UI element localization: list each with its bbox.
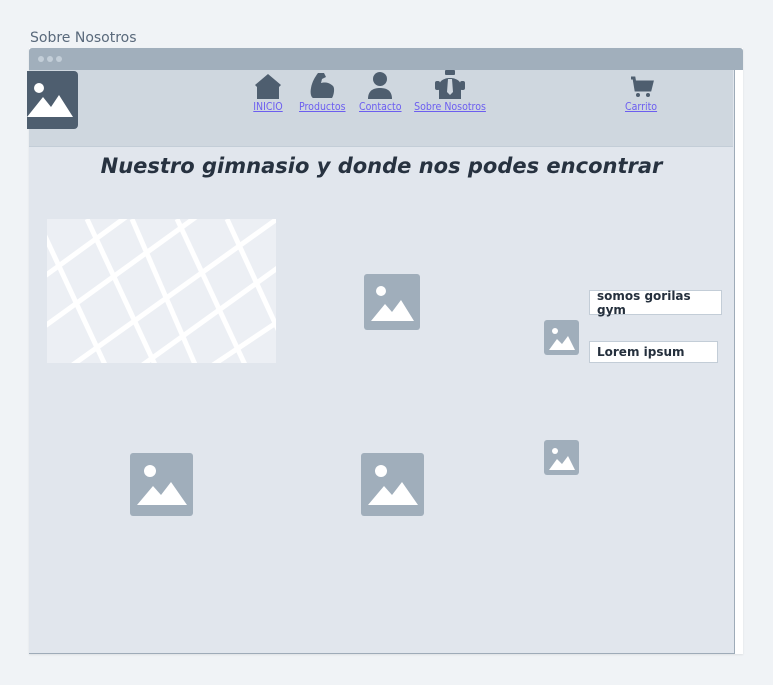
nav-item-productos[interactable]: Productos — [299, 70, 346, 113]
nav-link-contacto[interactable]: Contacto — [359, 101, 402, 113]
image-icon — [27, 83, 73, 117]
window-controls — [38, 56, 62, 62]
nav-link-productos[interactable]: Productos — [299, 101, 346, 113]
image-placeholder — [544, 320, 579, 355]
user-tie-icon — [435, 70, 465, 99]
nav-link-sobre-nosotros[interactable]: Sobre Nosotros — [414, 101, 486, 113]
nav-link-inicio[interactable]: INICIO — [253, 101, 282, 113]
site-logo[interactable] — [27, 71, 78, 129]
page-content: INICIO Productos Contacto Sobre Nosotros… — [27, 70, 735, 654]
gym-name-field[interactable]: somos gorilas gym — [589, 289, 722, 317]
nav-item-carrito[interactable]: Carrito — [625, 70, 657, 113]
window-titlebar — [29, 48, 743, 70]
browser-window: INICIO Productos Contacto Sobre Nosotros… — [27, 48, 743, 654]
site-header: INICIO Productos Contacto Sobre Nosotros… — [27, 70, 733, 147]
image-icon — [549, 328, 575, 350]
description-field[interactable]: Lorem ipsum — [589, 341, 718, 363]
image-icon — [549, 448, 575, 470]
image-placeholder — [361, 453, 424, 516]
image-placeholder — [544, 440, 579, 475]
image-icon — [137, 465, 187, 505]
page-headline: Nuestro gimnasio y donde nos podes encon… — [100, 154, 663, 178]
window-control-minimize[interactable] — [47, 56, 53, 62]
user-icon — [368, 72, 393, 99]
location-map[interactable] — [47, 219, 276, 363]
nav-item-inicio[interactable]: INICIO — [253, 70, 283, 113]
image-placeholder — [364, 274, 420, 330]
nav-item-contacto[interactable]: Contacto — [359, 70, 402, 113]
home-icon — [255, 74, 281, 99]
image-placeholder — [130, 453, 193, 516]
nav-item-sobre-nosotros[interactable]: Sobre Nosotros — [410, 70, 490, 113]
shopping-cart-icon — [631, 76, 654, 97]
map-streets — [47, 219, 276, 363]
page-title: Sobre Nosotros — [30, 30, 137, 46]
image-icon — [371, 286, 414, 321]
window-control-maximize[interactable] — [56, 56, 62, 62]
flexed-arm-icon — [310, 73, 335, 98]
nav-link-carrito[interactable]: Carrito — [625, 101, 657, 113]
window-control-close[interactable] — [38, 56, 44, 62]
image-icon — [368, 465, 418, 505]
